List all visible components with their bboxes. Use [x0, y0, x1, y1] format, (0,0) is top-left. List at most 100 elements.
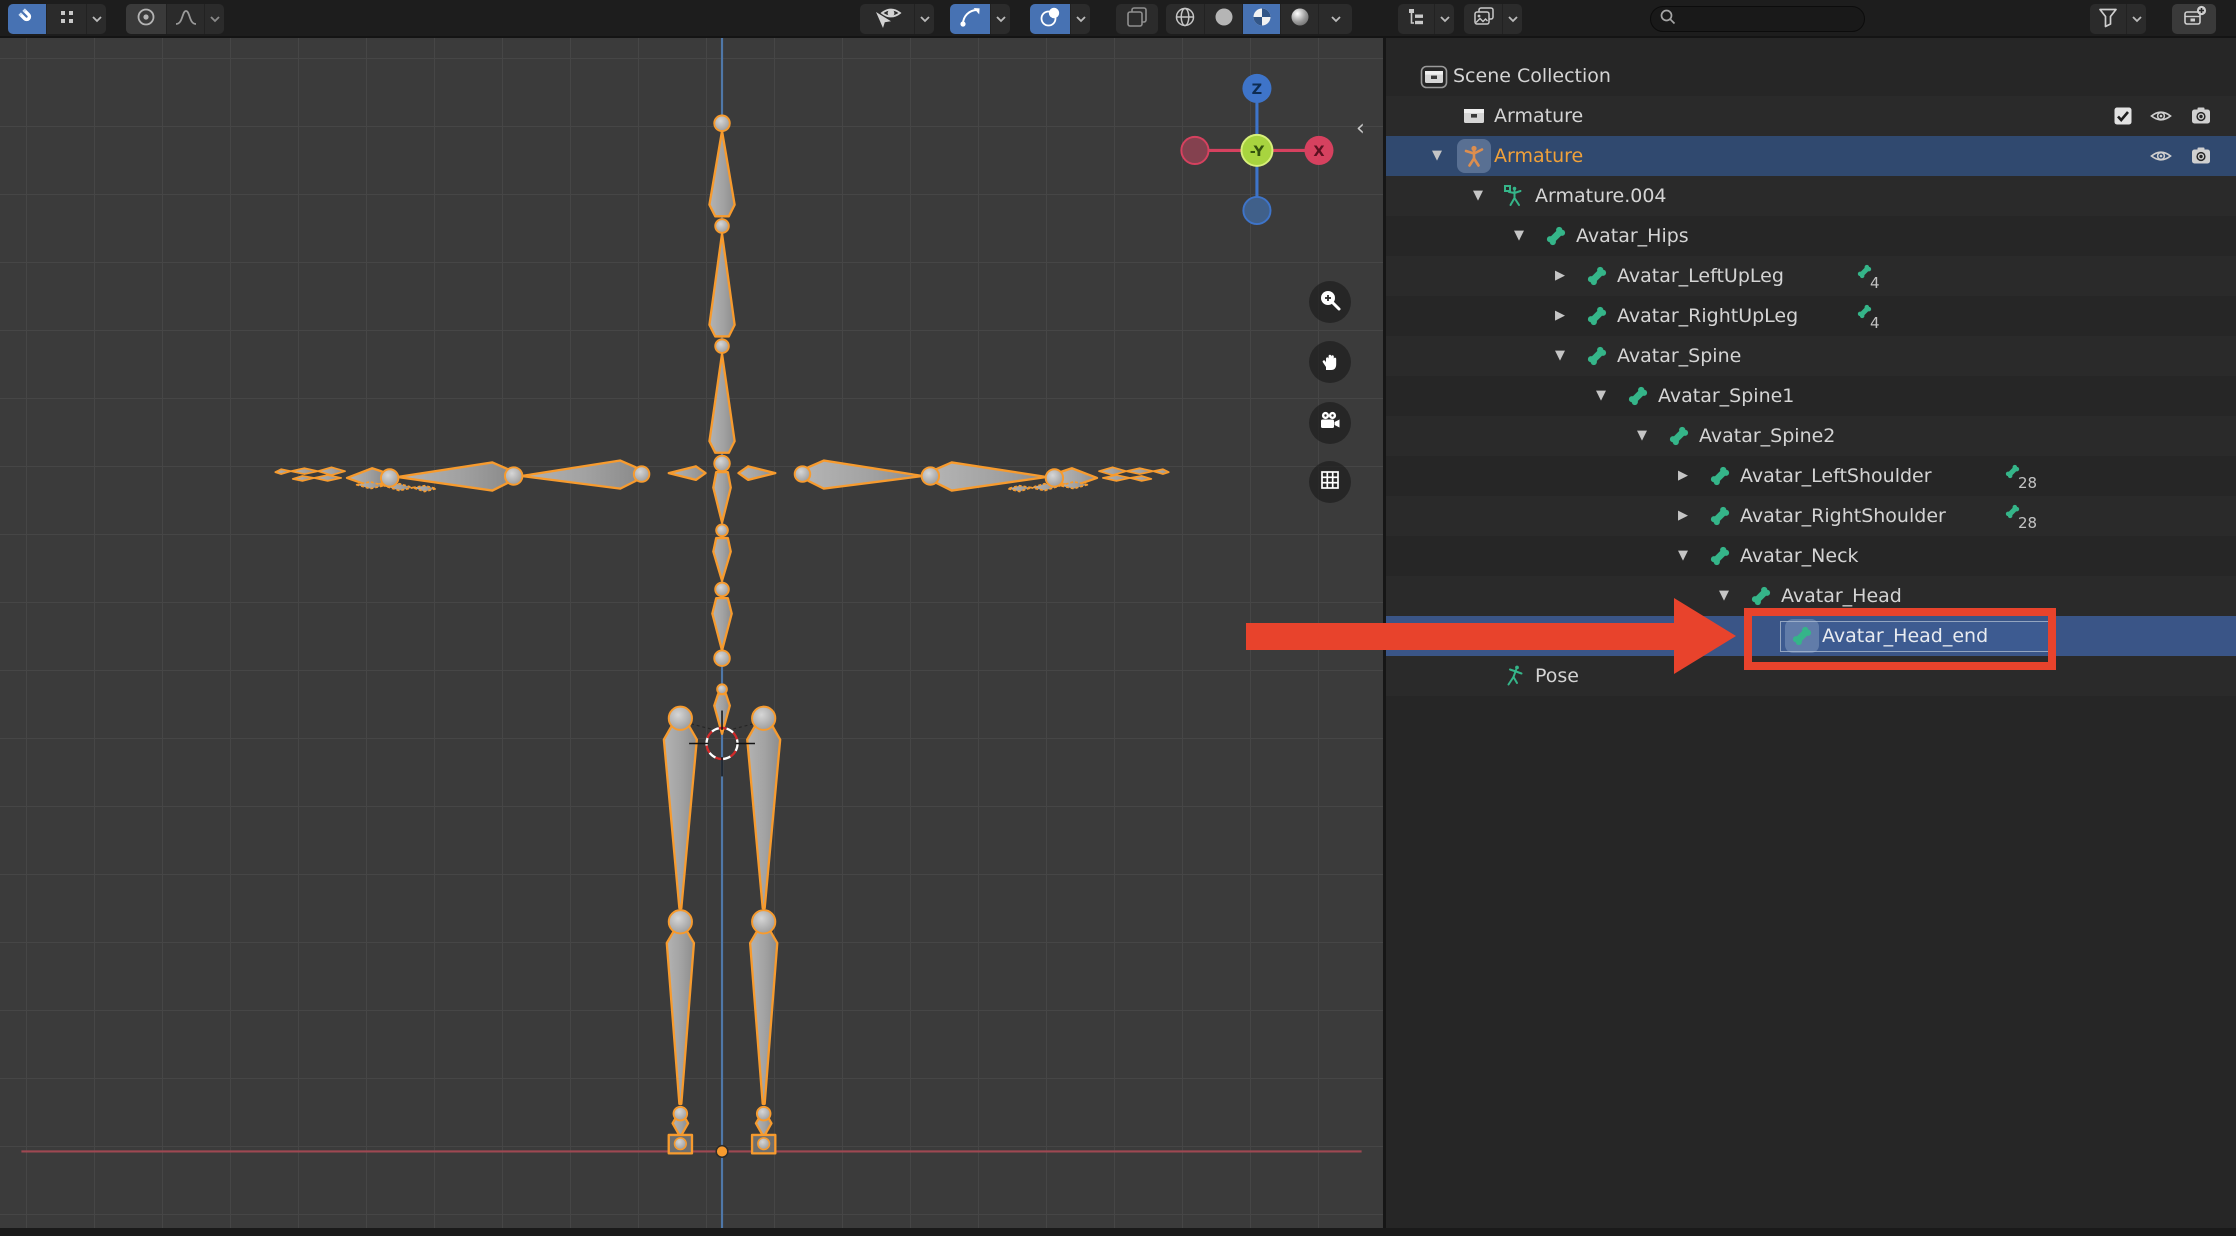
camera-view-button[interactable] — [1309, 402, 1351, 444]
pan-button[interactable] — [1309, 341, 1351, 383]
blender-window: Z -Y X — [0, 0, 2236, 1236]
outliner-row[interactable]: ▼ Avatar_Spine2 — [1386, 416, 2236, 456]
solid-shading-button[interactable] — [1204, 4, 1242, 34]
hidden-children-badge: 4 — [1855, 262, 1880, 292]
bottom-editor-edge — [0, 1228, 2236, 1236]
filter-type-chevron[interactable] — [1502, 4, 1522, 34]
show-gizmo-chevron[interactable] — [914, 4, 934, 34]
outliner-item-label: Avatar_Neck — [1740, 536, 1859, 576]
display-mode-chevron[interactable] — [1434, 4, 1454, 34]
disclosure-open-icon[interactable]: ▼ — [1591, 376, 1611, 416]
outliner-row[interactable]: ▶Avatar_LeftShoulder28 — [1386, 456, 2236, 496]
grid-ortho-button[interactable] — [1309, 461, 1351, 503]
outliner-row[interactable]: ▼ Avatar_Neck — [1386, 536, 2236, 576]
outliner-filter-type-button[interactable] — [1464, 4, 1522, 34]
gizmo-neg-z-ball — [1243, 197, 1270, 224]
overlays-chevron[interactable] — [1070, 4, 1090, 34]
disclosure-open-icon[interactable]: ▼ — [1673, 536, 1693, 576]
outliner-display-mode-button[interactable] — [1398, 4, 1454, 34]
overlays-toggle-button[interactable] — [1030, 4, 1070, 34]
outliner-filter-button[interactable] — [2090, 4, 2146, 34]
wireframe-shading-button[interactable] — [1166, 4, 1204, 34]
snap-target-button[interactable] — [46, 4, 86, 34]
outliner-item-label: Avatar_Spine2 — [1699, 416, 1835, 456]
proportional-edit-button[interactable] — [126, 4, 166, 34]
gizmos-group — [950, 4, 1010, 34]
child-bone-count: 28 — [2018, 474, 2037, 492]
outliner-row[interactable]: Armature — [1386, 96, 2236, 136]
annotation-red-box — [1744, 608, 2056, 670]
disclosure-closed-icon[interactable]: ▶ — [1673, 496, 1693, 536]
outliner-row[interactable]: ▼ Avatar_Spine — [1386, 336, 2236, 376]
disclosure-open-icon[interactable]: ▼ — [1632, 416, 1652, 456]
outliner-row[interactable]: ▼Avatar_Hips — [1386, 216, 2236, 256]
header-bar — [0, 0, 2236, 38]
viewport-3d[interactable]: Z -Y X — [0, 38, 1383, 1228]
snap-dropdown-chevron[interactable] — [86, 4, 106, 34]
hidden-children-badge: 28 — [2003, 502, 2037, 532]
bone-icon — [1666, 423, 1692, 449]
rendered-shading-icon — [1288, 5, 1312, 33]
child-bone-count: 4 — [1870, 314, 1880, 332]
falloff-curve-icon — [173, 5, 199, 33]
bone-icon — [1707, 543, 1733, 569]
disclosure-closed-icon[interactable]: ▶ — [1550, 296, 1570, 336]
disclosure-open-icon[interactable]: ▼ — [1714, 576, 1734, 616]
new-collection-button[interactable] — [2172, 4, 2216, 34]
disclosure-open-icon[interactable]: ▼ — [1550, 336, 1570, 376]
search-icon — [1659, 8, 1677, 30]
gizmo-neg-x-ball — [1181, 137, 1208, 164]
outliner-search-field[interactable] — [1650, 6, 1865, 32]
outliner-item-label: Armature — [1494, 136, 1583, 176]
armature-object-icon — [1461, 143, 1487, 169]
hide-viewport-eye-icon[interactable] — [2149, 144, 2173, 168]
hidden-children-badge: 28 — [2003, 462, 2037, 492]
search-input[interactable] — [1677, 9, 1847, 29]
grid-view-icon — [1317, 467, 1343, 497]
show-gizmo-button[interactable] — [860, 4, 914, 34]
proportional-editing-icon — [134, 5, 158, 33]
filter-chevron[interactable] — [2126, 4, 2146, 34]
gizmos-chevron[interactable] — [990, 4, 1010, 34]
rendered-shading-button[interactable] — [1280, 4, 1318, 34]
armature-data-icon — [1502, 183, 1528, 209]
nav-gizmo: Z -Y X — [1181, 74, 1333, 224]
disable-render-camera-icon[interactable] — [2189, 104, 2213, 128]
material-shading-icon — [1250, 5, 1274, 33]
shading-dropdown-chevron[interactable] — [1318, 4, 1352, 34]
outliner-item-label: Avatar_Spine — [1617, 336, 1741, 376]
bone-icon — [1584, 303, 1610, 329]
xray-toggle-button[interactable] — [1116, 4, 1158, 34]
outliner-row[interactable]: ▶Avatar_RightShoulder28 — [1386, 496, 2236, 536]
outliner-row[interactable]: Scene Collection — [1386, 56, 2236, 96]
zoom-button[interactable] — [1309, 281, 1351, 323]
exclude-checkbox-icon[interactable] — [2111, 104, 2135, 128]
outliner-row[interactable]: ▼ Armature — [1386, 136, 2236, 176]
snap-target-dots-icon — [56, 6, 78, 32]
outliner-item-label: Avatar_LeftUpLeg — [1617, 256, 1784, 296]
outliner-row[interactable]: ▶ Avatar_LeftUpLeg 4 — [1386, 256, 2236, 296]
snap-group — [8, 4, 106, 34]
material-shading-button[interactable] — [1242, 4, 1280, 34]
disclosure-closed-icon[interactable]: ▶ — [1550, 256, 1570, 296]
outliner-item-label: Avatar_RightUpLeg — [1617, 296, 1798, 336]
disclosure-closed-icon[interactable]: ▶ — [1673, 456, 1693, 496]
outliner-row[interactable]: ▼Avatar_Spine1 — [1386, 376, 2236, 416]
outliner-row[interactable]: ▼Armature.004 — [1386, 176, 2236, 216]
falloff-button[interactable] — [166, 4, 204, 34]
wireframe-shading-icon — [1173, 5, 1197, 33]
snap-toggle-button[interactable] — [8, 4, 46, 34]
collapse-panel-chevron[interactable]: ‹ — [1356, 118, 1365, 140]
armature-scene: Z -Y X — [0, 38, 1383, 1228]
falloff-dropdown-chevron[interactable] — [204, 4, 224, 34]
disable-render-camera-icon[interactable] — [2189, 144, 2213, 168]
disclosure-open-icon[interactable]: ▼ — [1509, 216, 1529, 256]
scene-collection-icon — [1420, 63, 1446, 89]
gizmos-toggle-button[interactable] — [950, 4, 990, 34]
outliner-item-label: Pose — [1535, 656, 1579, 696]
hide-viewport-eye-icon[interactable] — [2149, 104, 2173, 128]
outliner-row[interactable]: ▶ Avatar_RightUpLeg 4 — [1386, 296, 2236, 336]
disclosure-open-icon[interactable]: ▼ — [1427, 136, 1447, 176]
disclosure-open-icon[interactable]: ▼ — [1468, 176, 1488, 216]
solid-shading-icon — [1212, 5, 1236, 33]
